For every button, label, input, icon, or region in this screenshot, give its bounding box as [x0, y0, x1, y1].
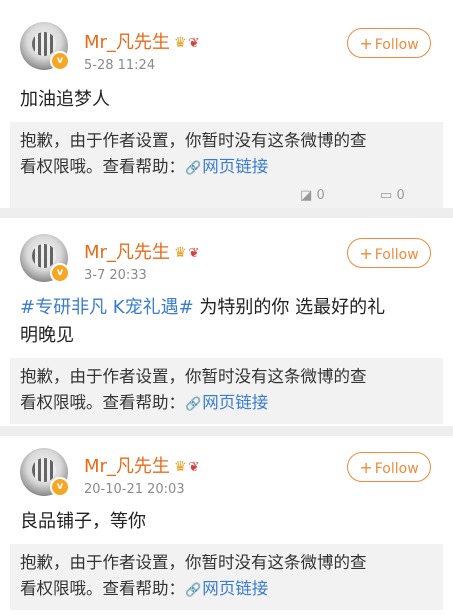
- comment-icon: ▭: [380, 188, 393, 203]
- author-name-text[interactable]: Mr_凡先生: [84, 242, 170, 263]
- repost-action[interactable]: ◪ 0: [300, 188, 325, 203]
- notice-line-2-text: 看权限哦。查看帮助：: [20, 157, 185, 176]
- gift-icon: ❦: [188, 35, 200, 51]
- follow-button[interactable]: + Follow: [347, 452, 431, 482]
- post-text-body: 为特别的你 选最好的礼: [193, 297, 386, 318]
- author-name[interactable]: Mr_凡先生 ♛ ❦: [84, 238, 199, 264]
- post-text-line-1: #专研非凡 K宠礼遇# 为特别的你 选最好的礼: [20, 294, 433, 322]
- crown-icon: ♛: [173, 245, 187, 261]
- post-text: #专研非凡 K宠礼遇# 为特别的你 选最好的礼 明晚见: [20, 294, 433, 350]
- post-card-3: v Mr_凡先生 ♛ ❦ 20-10-21 20:03 + Follow 良品铺子，等…: [10, 436, 443, 615]
- repost-count: 0: [316, 188, 325, 203]
- follow-label: Follow: [374, 247, 419, 263]
- link-icon: 🔗: [185, 583, 202, 598]
- follow-label: Follow: [374, 37, 419, 53]
- avatar[interactable]: v: [20, 448, 70, 497]
- gift-icon: ❦: [188, 245, 200, 261]
- post-date: 3-7 20:33: [84, 268, 147, 283]
- avatar[interactable]: v: [20, 234, 70, 283]
- author-name[interactable]: Mr_凡先生 ♛ ❦: [84, 452, 199, 478]
- crown-icon: ♛: [173, 459, 187, 475]
- repost-icon: ◪: [300, 188, 313, 203]
- verified-badge-icon: v: [50, 263, 70, 283]
- avatar-image: [32, 244, 56, 268]
- notice-line-1: 抱歉，由于作者设置，你暂时没有这条微博的查: [20, 131, 367, 150]
- web-link-text[interactable]: 网页链接: [202, 579, 268, 598]
- web-link-text[interactable]: 网页链接: [202, 157, 268, 176]
- follow-label: Follow: [374, 461, 419, 477]
- comment-count: 0: [396, 188, 405, 203]
- gift-icon: ❦: [188, 459, 200, 475]
- follow-button[interactable]: + Follow: [347, 28, 431, 58]
- restricted-notice: 抱歉，由于作者设置，你暂时没有这条微博的查 看权限哦。查看帮助：🔗网页链接: [10, 544, 443, 610]
- notice-line-1: 抱歉，由于作者设置，你暂时没有这条微博的查: [20, 553, 367, 572]
- comment-action[interactable]: ▭ 0: [380, 188, 405, 203]
- post-text-line-2: 明晚见: [20, 325, 74, 346]
- author-name-text[interactable]: Mr_凡先生: [84, 32, 170, 53]
- post-card-1: v Mr_凡先生 ♛ ❦ 5-28 11:24 + Follow 加油追梦人 抱歉，由…: [10, 10, 443, 210]
- link-icon: 🔗: [185, 397, 202, 412]
- author-name-text[interactable]: Mr_凡先生: [84, 456, 170, 477]
- notice-line-1: 抱歉，由于作者设置，你暂时没有这条微博的查: [20, 367, 367, 386]
- avatar-image: [32, 458, 56, 482]
- notice-line-2-text: 看权限哦。查看帮助：: [20, 393, 185, 412]
- web-link-text[interactable]: 网页链接: [202, 393, 268, 412]
- plus-icon: +: [359, 244, 373, 263]
- author-name[interactable]: Mr_凡先生 ♛ ❦: [84, 28, 199, 54]
- hashtag-link[interactable]: #专研非凡 K宠礼遇#: [20, 297, 194, 318]
- web-link[interactable]: 🔗网页链接: [185, 157, 268, 176]
- avatar[interactable]: v: [20, 22, 70, 71]
- post-separator: [0, 208, 453, 218]
- notice-line-2: 看权限哦。查看帮助：🔗网页链接: [20, 390, 433, 418]
- plus-icon: +: [359, 34, 373, 53]
- follow-button[interactable]: + Follow: [347, 238, 431, 268]
- post-card-2: v Mr_凡先生 ♛ ❦ 3-7 20:33 + Follow #专研非凡 K宠礼遇#…: [10, 218, 443, 426]
- link-icon: 🔗: [185, 161, 202, 176]
- notice-line-2-text: 看权限哦。查看帮助：: [20, 579, 185, 598]
- post-date: 20-10-21 20:03: [84, 482, 185, 497]
- plus-icon: +: [359, 458, 373, 477]
- web-link[interactable]: 🔗网页链接: [185, 393, 268, 412]
- verified-badge-icon: v: [50, 51, 70, 71]
- post-text: 良品铺子，等你: [20, 511, 146, 532]
- avatar-image: [32, 32, 56, 56]
- restricted-notice: 抱歉，由于作者设置，你暂时没有这条微博的查 看权限哦。查看帮助：🔗网页链接: [10, 358, 443, 424]
- notice-line-2: 看权限哦。查看帮助：🔗网页链接: [20, 576, 433, 604]
- post-date: 5-28 11:24: [84, 58, 156, 73]
- notice-line-2: 看权限哦。查看帮助：🔗网页链接: [20, 154, 433, 182]
- post-separator: [0, 426, 453, 436]
- web-link[interactable]: 🔗网页链接: [185, 579, 268, 598]
- verified-badge-icon: v: [50, 477, 70, 497]
- crown-icon: ♛: [173, 35, 187, 51]
- post-actions: ◪ 0 ▭ 0: [10, 186, 443, 208]
- post-text: 加油追梦人: [20, 89, 110, 110]
